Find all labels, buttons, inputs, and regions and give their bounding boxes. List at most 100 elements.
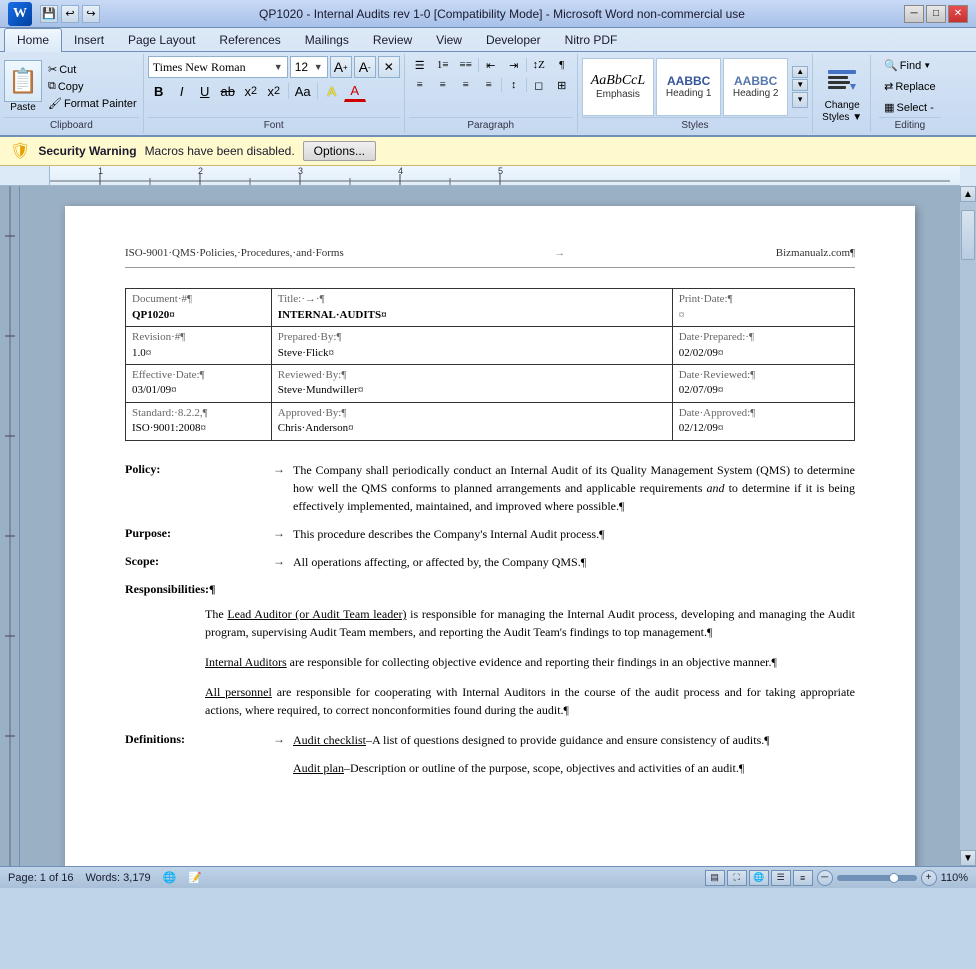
definitions-arrow-icon: → [273,731,285,748]
styles-group: AaBbCcL Emphasis AABBC Heading 1 AABBC H… [578,54,813,133]
maximize-button[interactable]: □ [926,5,946,23]
emphasis-style-button[interactable]: AaBbCcL Emphasis [582,58,654,116]
select-icon: ▦ [884,101,894,114]
center-button[interactable]: ≡ [432,76,454,94]
tab-mailings[interactable]: Mailings [293,29,361,51]
underline-button[interactable]: U [194,80,216,102]
svg-text:5: 5 [498,166,503,176]
font-shrink-button[interactable]: A- [354,56,376,78]
scroll-down-button[interactable]: ▼ [960,850,976,866]
tab-developer[interactable]: Developer [474,29,553,51]
save-icon[interactable]: 💾 [40,5,58,23]
heading2-label: Heading 2 [733,88,779,99]
document-page: ISO-9001·QMS·Policies,·Procedures,·and·F… [65,206,915,866]
lead-auditor-text: Lead Auditor (or Audit Team leader) [227,607,406,621]
tab-nitro[interactable]: Nitro PDF [553,29,630,51]
outline-view-button[interactable]: ☰ [771,870,791,886]
responsibilities-content: The Lead Auditor (or Audit Team leader) … [125,605,855,719]
policy-label: Policy: [125,461,265,515]
redo-icon[interactable]: ↪ [82,5,100,23]
clear-formatting-button[interactable]: ✕ [378,56,400,78]
strikethrough-button[interactable]: ab [217,80,239,102]
bold-button[interactable]: B [148,80,170,102]
styles-scroll-down[interactable]: ▼ [792,79,808,91]
highlight-button[interactable]: A [321,80,343,102]
print-layout-button[interactable]: ▤ [705,870,725,886]
cut-button[interactable]: ✂ Cut [46,62,139,77]
tab-home[interactable]: Home [4,28,62,52]
responsibilities-section: Responsibilities:¶ The Lead Auditor (or … [125,581,855,720]
change-styles-icon [824,64,860,100]
paste-button[interactable]: 📋 Paste [4,60,42,113]
main-area: ISO-9001·QMS·Policies,·Procedures,·and·F… [0,186,976,866]
cut-icon: ✂ [48,63,57,76]
justify-button[interactable]: ≡ [478,76,500,94]
ruler-container: 1 2 3 4 5 [0,166,976,186]
tab-view[interactable]: View [424,29,474,51]
tab-insert[interactable]: Insert [62,29,116,51]
styles-more-button[interactable]: ▾ [792,92,808,108]
align-left-button[interactable]: ≡ [409,76,431,94]
table-cell-approved-by: Approved·By:¶ Chris·Anderson¤ [271,402,672,440]
find-button[interactable]: 🔍 Find ▼ [879,56,941,75]
clipboard-group: 📋 Paste ✂ Cut ⧉ Copy 🖌 Format Painter [0,54,144,133]
definitions-section: Definitions: → Audit checklist–A list of… [125,731,855,777]
heading2-style-button[interactable]: AABBC Heading 2 [723,58,788,116]
undo-icon[interactable]: ↩ [61,5,79,23]
security-shield-icon: 🛡 [10,141,30,161]
font-name-input[interactable]: Times New Roman ▼ [148,56,288,78]
bullets-button[interactable]: ☰ [409,56,431,74]
font-grow-button[interactable]: A+ [330,56,352,78]
heading1-style-button[interactable]: AABBC Heading 1 [656,58,721,116]
borders-button[interactable]: ⊞ [551,76,573,94]
italic-button[interactable]: I [171,80,193,102]
zoom-out-button[interactable]: ─ [817,870,833,886]
tab-references[interactable]: References [207,29,292,51]
sort-button[interactable]: ↕Z [528,56,550,74]
copy-button[interactable]: ⧉ Copy [46,79,139,94]
increase-indent-button[interactable]: ⇥ [503,56,525,74]
change-styles-button[interactable]: ChangeStyles ▼ [813,54,871,133]
line-spacing-button[interactable]: ↕ [503,76,525,94]
shading-button[interactable]: ◻ [528,76,550,94]
show-marks-button[interactable]: ¶ [551,56,573,74]
svg-text:2: 2 [198,166,203,176]
web-layout-button[interactable]: 🌐 [749,870,769,886]
audit-checklist-text: Audit checklist [293,733,366,747]
replace-button[interactable]: ⇄ Replace [879,77,941,96]
tab-review[interactable]: Review [361,29,424,51]
tab-page-layout[interactable]: Page Layout [116,29,207,51]
table-cell-prepared-by: Prepared·By:¶ Steve·Flick¤ [271,327,672,365]
close-button[interactable]: ✕ [948,5,968,23]
scroll-thumb[interactable] [961,210,975,260]
window-title: QP1020 - Internal Audits rev 1-0 [Compat… [100,7,904,21]
styles-scroll-up[interactable]: ▲ [792,66,808,78]
multilevel-button[interactable]: ≡≡ [455,56,477,74]
scroll-up-button[interactable]: ▲ [960,186,976,202]
copy-label: Copy [58,81,84,93]
change-case-button[interactable]: Aa [292,80,314,102]
revision-value: 1.0¤ [132,347,151,359]
full-screen-button[interactable]: ⛶ [727,870,747,886]
format-painter-button[interactable]: 🖌 Format Painter [46,96,139,111]
font-color-button[interactable]: A [344,80,366,102]
options-button[interactable]: Options... [303,141,376,161]
decrease-indent-button[interactable]: ⇤ [480,56,502,74]
document-header: ISO-9001·QMS·Policies,·Procedures,·and·F… [125,246,855,268]
draft-view-button[interactable]: ≡ [793,870,813,886]
superscript-button[interactable]: x2 [263,80,285,102]
resp-para3: All personnel are responsible for cooper… [205,683,855,719]
all-personnel-text: All personnel [205,685,272,699]
minimize-button[interactable]: ─ [904,5,924,23]
zoom-thumb[interactable] [889,873,899,883]
align-right-button[interactable]: ≡ [455,76,477,94]
font-size-input[interactable]: 12 ▼ [290,56,328,78]
numbering-button[interactable]: 1≡ [432,56,454,74]
security-warning-label: Security Warning [38,144,136,158]
subscript-button[interactable]: x2 [240,80,262,102]
zoom-in-button[interactable]: + [921,870,937,886]
vertical-scrollbar: ▲ ▼ [960,186,976,866]
select-button[interactable]: ▦ Select - [879,98,941,117]
status-right: ▤ ⛶ 🌐 ☰ ≡ ─ + 110% [705,870,968,886]
clipboard-secondary: ✂ Cut ⧉ Copy 🖌 Format Painter [46,62,139,111]
